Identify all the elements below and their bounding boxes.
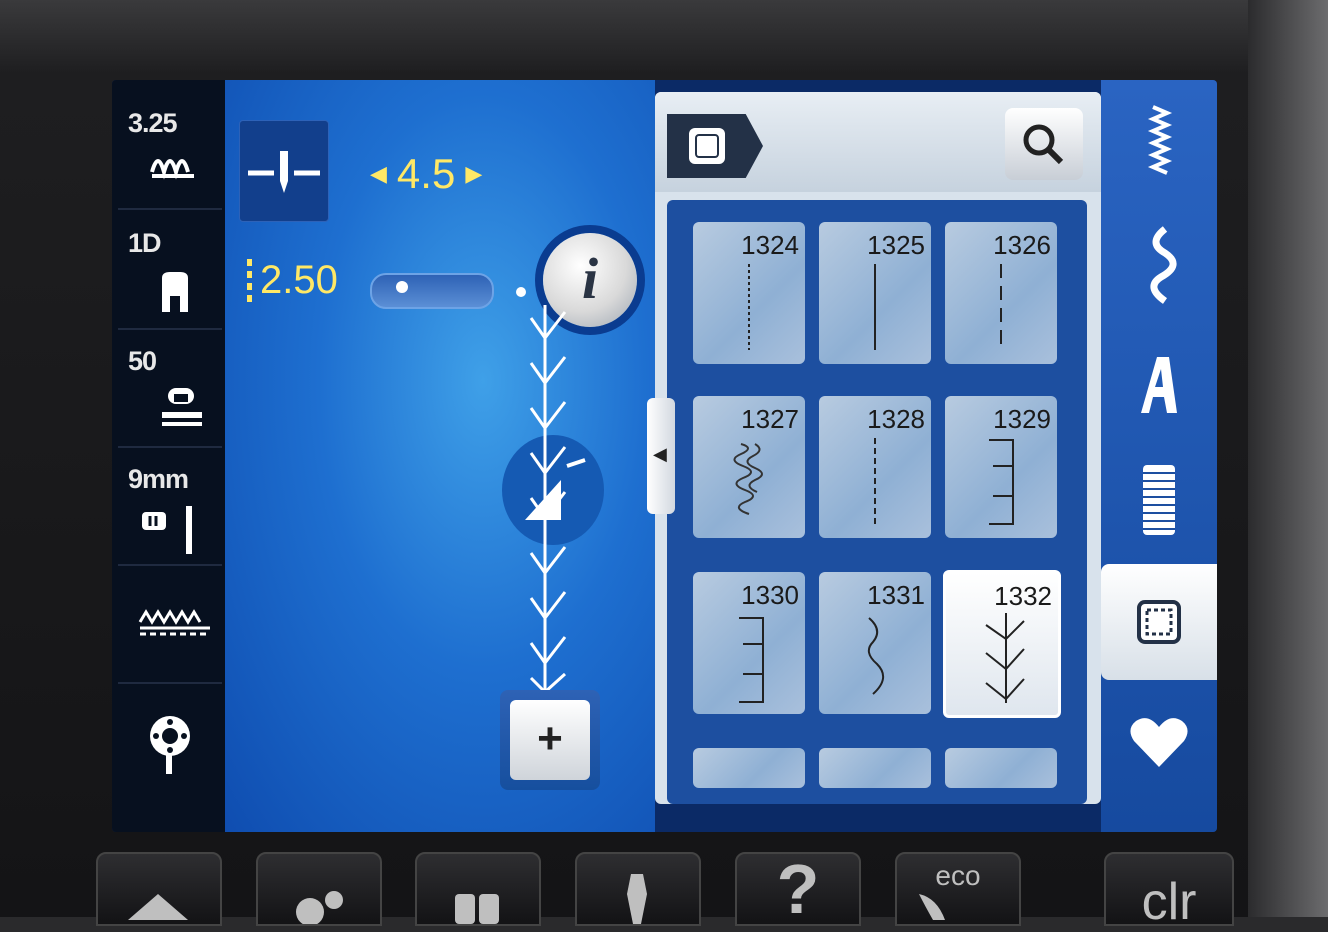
foot-pressure-icon bbox=[160, 384, 204, 435]
stitch-preview-icon bbox=[985, 613, 1025, 703]
needle-plate-value: 9mm bbox=[128, 464, 189, 494]
category-tab-quilt[interactable] bbox=[667, 114, 763, 178]
category-bar bbox=[1101, 80, 1217, 832]
add-pattern-button[interactable]: + bbox=[500, 690, 600, 790]
help-icon: ? bbox=[776, 850, 820, 928]
needle-plate-icon bbox=[140, 506, 210, 561]
tutorial-button[interactable] bbox=[415, 852, 541, 926]
stitch-preview-icon bbox=[733, 443, 763, 515]
feed-dog-button[interactable] bbox=[118, 574, 222, 684]
collapse-arrow-icon: ◀ bbox=[653, 444, 667, 464]
foot-pressure-button[interactable]: 50 bbox=[118, 338, 222, 448]
stitch-preview-icon bbox=[867, 617, 884, 695]
category-quilt-stitches[interactable] bbox=[1101, 564, 1217, 680]
left-sidebar: 3.25 1D 50 9mm bbox=[112, 80, 225, 832]
pattern-tile-1332[interactable]: 1332 bbox=[943, 570, 1061, 718]
pattern-selection-panel: 1324 1325 1326 1327 1328 1329 1330 1331 … bbox=[655, 92, 1101, 804]
consultant-button[interactable] bbox=[575, 852, 701, 926]
help-button[interactable]: ? bbox=[735, 852, 861, 926]
category-personal-program[interactable] bbox=[1101, 684, 1217, 800]
bobbin-button[interactable] bbox=[118, 692, 222, 800]
stitch-preview-icon bbox=[739, 617, 764, 703]
touch-screen: 3.25 1D 50 9mm ◀ 4.5 ▶ 2.50 i + 1324 132… bbox=[112, 80, 1217, 832]
pattern-grid: 1324 1325 1326 1327 1328 1329 1330 1331 … bbox=[667, 200, 1087, 804]
leaf-icon bbox=[919, 894, 945, 920]
plus-icon: + bbox=[510, 700, 590, 780]
quilt-stitches-icon bbox=[1137, 600, 1181, 644]
thread-tension-button[interactable]: 3.25 bbox=[118, 100, 222, 210]
setup-button[interactable] bbox=[256, 852, 382, 926]
decorative-stitches-icon bbox=[1150, 226, 1177, 304]
stitch-preview-icon bbox=[989, 439, 1014, 525]
pattern-panel-header bbox=[655, 92, 1101, 192]
clr-label: clr bbox=[1141, 873, 1197, 931]
presser-foot-icon bbox=[160, 270, 190, 319]
clear-button[interactable]: clr bbox=[1104, 852, 1234, 931]
pattern-tile-partial[interactable] bbox=[819, 748, 931, 788]
eco-button[interactable]: eco bbox=[895, 852, 1021, 926]
category-decorative-stitches[interactable] bbox=[1101, 206, 1217, 322]
panel-collapse-handle[interactable]: ◀ bbox=[647, 398, 675, 514]
stitch-preview-icon bbox=[1000, 264, 1002, 350]
thread-tension-value: 3.25 bbox=[128, 108, 178, 138]
pattern-tile-1328[interactable]: 1328 bbox=[819, 396, 931, 538]
category-buttonholes[interactable] bbox=[1101, 442, 1217, 558]
home-button[interactable] bbox=[96, 852, 222, 926]
pattern-tile-1325[interactable]: 1325 bbox=[819, 222, 931, 364]
category-practical-stitches[interactable] bbox=[1101, 86, 1217, 202]
stitch-preview-icon bbox=[874, 264, 876, 350]
pattern-tile-1324[interactable]: 1324 bbox=[693, 222, 805, 364]
category-alphabets[interactable] bbox=[1101, 326, 1217, 442]
pattern-tile-partial[interactable] bbox=[945, 748, 1057, 788]
feed-dog-icon bbox=[138, 604, 212, 645]
stitch-edit-area: ◀ 4.5 ▶ 2.50 i + bbox=[225, 80, 655, 832]
pattern-tile-1327[interactable]: 1327 bbox=[693, 396, 805, 538]
practical-stitches-icon bbox=[1147, 105, 1173, 175]
stitch-preview-icon bbox=[874, 438, 876, 524]
dress-form-icon bbox=[627, 874, 647, 924]
bezel-side bbox=[1248, 0, 1328, 917]
foot-pressure-value: 50 bbox=[128, 346, 157, 376]
pattern-tile-1329[interactable]: 1329 bbox=[945, 396, 1057, 538]
pattern-tile-1326[interactable]: 1326 bbox=[945, 222, 1057, 364]
heart-icon bbox=[1130, 718, 1188, 767]
pattern-tile-1330[interactable]: 1330 bbox=[693, 572, 805, 714]
pattern-tile-partial[interactable] bbox=[693, 748, 805, 788]
bobbin-icon bbox=[148, 714, 196, 781]
presser-foot-value: 1D bbox=[128, 228, 162, 258]
search-icon bbox=[1023, 124, 1064, 165]
book-icon bbox=[455, 894, 499, 924]
home-icon bbox=[128, 894, 188, 920]
stitch-preview-icon bbox=[748, 264, 750, 350]
needle-plate-button[interactable]: 9mm bbox=[118, 456, 222, 566]
pattern-tile-1331[interactable]: 1331 bbox=[819, 572, 931, 714]
presser-foot-button[interactable]: 1D bbox=[118, 220, 222, 330]
alphabets-icon bbox=[1141, 357, 1177, 413]
search-button[interactable] bbox=[1005, 108, 1083, 180]
buttonholes-icon bbox=[1143, 465, 1175, 535]
gear-icon bbox=[296, 891, 343, 926]
thread-tension-icon bbox=[148, 142, 198, 187]
quilt-category-icon bbox=[689, 128, 725, 164]
